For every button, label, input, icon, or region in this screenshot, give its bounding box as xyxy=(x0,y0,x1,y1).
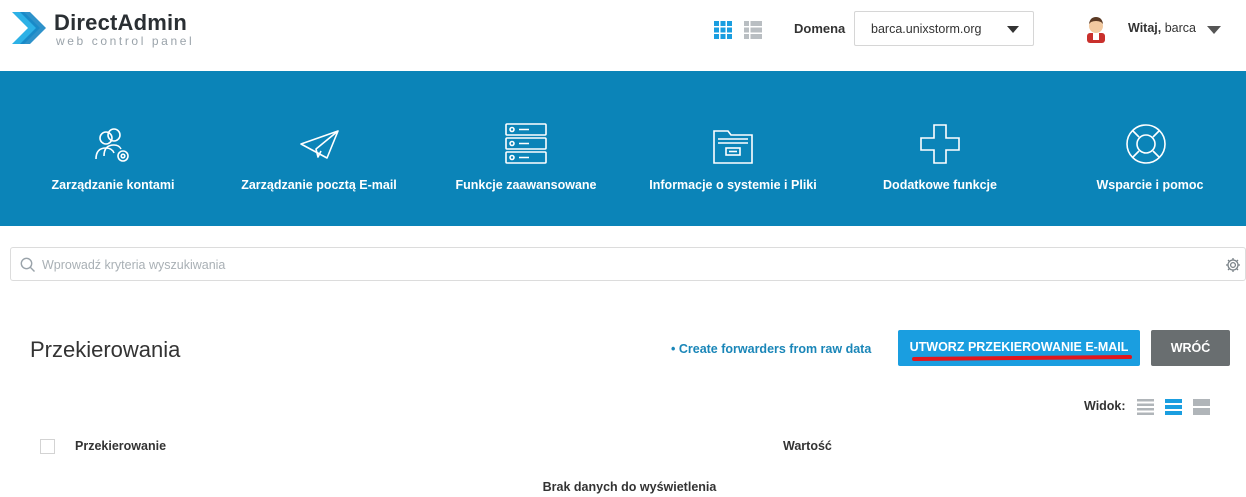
chevron-down-icon xyxy=(1007,26,1019,33)
logo-title: DirectAdmin xyxy=(54,10,187,35)
back-button[interactable]: WRÓĆ xyxy=(1151,330,1230,366)
nav-label: Zarządzanie pocztą E-mail xyxy=(241,178,397,192)
server-stack-icon xyxy=(505,123,547,164)
nav-item-account-management[interactable]: Zarządzanie kontami xyxy=(0,71,226,226)
nav-item-additional-features[interactable]: Dodatkowe funkcje xyxy=(826,71,1054,226)
column-header-value[interactable]: Wartość xyxy=(783,439,832,453)
domain-select[interactable]: barca.unixstorm.org xyxy=(854,11,1034,46)
select-all-checkbox[interactable] xyxy=(40,439,55,454)
search-icon xyxy=(20,257,35,272)
top-header: DirectAdmin web control panel Domena bar… xyxy=(0,0,1246,71)
empty-table-message: Brak danych do wyświetlenia xyxy=(542,480,717,494)
plus-icon xyxy=(920,124,960,164)
domain-label: Domena xyxy=(794,21,846,36)
domain-select-value: barca.unixstorm.org xyxy=(871,22,982,36)
create-from-raw-link[interactable]: • Create forwarders from raw data xyxy=(671,342,871,356)
username: barca xyxy=(1164,21,1196,35)
nav-item-system-info-files[interactable]: Informacje o systemie i Pliki xyxy=(640,71,826,226)
nav-label: Informacje o systemie i Pliki xyxy=(649,178,817,192)
normal-view-icon[interactable] xyxy=(1165,399,1182,415)
gear-icon[interactable] xyxy=(1225,257,1241,273)
logo-subtitle: web control panel xyxy=(56,34,195,48)
file-cabinet-icon xyxy=(713,130,753,164)
nav-label: Zarządzanie kontami xyxy=(51,178,175,192)
search-bar xyxy=(10,247,1246,281)
paper-plane-icon xyxy=(300,130,339,159)
main-nav: Zarządzanie kontami Zarządzanie pocztą E… xyxy=(0,71,1246,226)
logo[interactable]: DirectAdmin web control panel xyxy=(10,6,210,52)
logo-icon xyxy=(12,12,46,44)
column-header-forwarder[interactable]: Przekierowanie xyxy=(75,439,166,453)
user-menu[interactable]: Witaj, barca xyxy=(1128,21,1196,35)
compact-view-icon[interactable] xyxy=(1137,399,1154,415)
nav-item-email-management[interactable]: Zarządzanie pocztą E-mail xyxy=(226,71,412,226)
view-label: Widok: xyxy=(1084,399,1126,413)
search-input[interactable] xyxy=(42,254,1212,276)
user-menu-chevron-icon[interactable] xyxy=(1207,26,1221,34)
nav-label: Dodatkowe funkcje xyxy=(883,178,997,192)
nav-label: Funkcje zaawansowane xyxy=(455,178,597,192)
page-title: Przekierowania xyxy=(30,337,181,362)
users-gear-icon xyxy=(95,128,129,162)
welcome-prefix: Witaj, xyxy=(1128,21,1162,35)
avatar[interactable] xyxy=(1084,15,1108,43)
list-view-icon[interactable] xyxy=(744,21,762,39)
nav-item-support-help[interactable]: Wsparcie i pomoc xyxy=(1054,71,1246,226)
nav-item-advanced-features[interactable]: Funkcje zaawansowane xyxy=(412,71,640,226)
grid-view-icon[interactable] xyxy=(714,21,732,39)
lifebuoy-icon xyxy=(1126,124,1166,164)
create-forwarder-label: UTWORZ PRZEKIEROWANIE E-MAIL xyxy=(909,340,1129,354)
wide-view-icon[interactable] xyxy=(1193,399,1210,415)
nav-label: Wsparcie i pomoc xyxy=(1096,178,1204,192)
